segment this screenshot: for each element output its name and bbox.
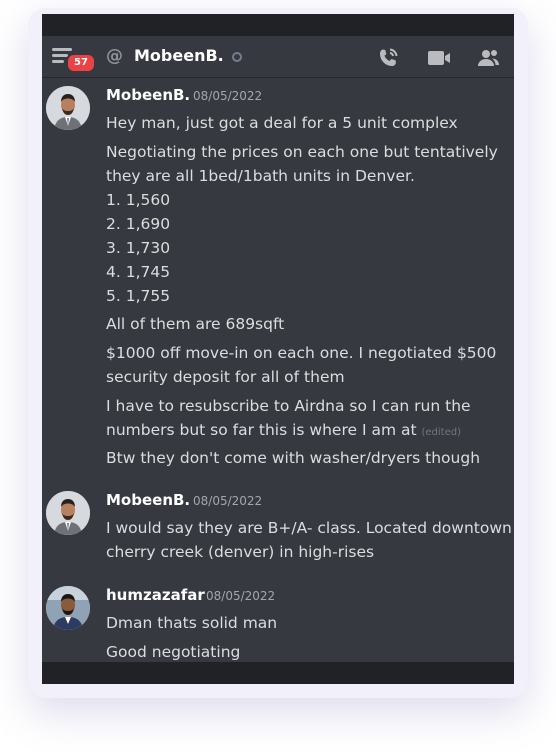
page-title: MobeenB.	[134, 46, 224, 65]
message-group: MobeenB. 08/05/2022 Hey man, just got a …	[42, 86, 514, 486]
message-text: 4. 1,745	[106, 263, 171, 281]
avatar[interactable]	[46, 586, 90, 630]
menu-button[interactable]: 57	[52, 45, 96, 73]
message-text-edited: numbers but so far this is where I am at…	[106, 418, 511, 445]
message-author[interactable]: humzazafar	[106, 586, 205, 604]
message-author[interactable]: MobeenB.	[106, 86, 190, 104]
message-text: $1000 off move-in on each one. I negotia…	[106, 344, 497, 362]
status-offline-icon	[232, 52, 242, 62]
message-timestamp: 08/05/2022	[206, 589, 276, 603]
message-timestamp: 08/05/2022	[193, 494, 263, 508]
message-author[interactable]: MobeenB.	[106, 491, 190, 509]
message-text: security deposit for all of them	[106, 368, 345, 386]
message-text: 1. 1,560	[106, 191, 171, 209]
message-text: they are all 1bed/1bath units in Denver.	[106, 167, 415, 185]
message-timestamp: 08/05/2022	[193, 89, 263, 103]
message-text: 5. 1,755	[106, 287, 171, 305]
call-icon[interactable]	[376, 46, 400, 70]
unread-badge: 57	[66, 53, 96, 73]
message-text: Dman thats solid man	[106, 614, 278, 632]
chat-window: 57 @ MobeenB. MobeenB. 08/05/2022 Hey ma…	[42, 14, 514, 684]
avatar[interactable]	[46, 86, 90, 130]
edited-label: (edited)	[421, 427, 462, 438]
message-text: Negotiating the prices on each one but t…	[106, 143, 498, 161]
top-strip	[42, 14, 514, 36]
message-text: numbers but so far this is where I am at	[106, 421, 417, 439]
message-text: I have to resubscribe to Airdna so I can…	[106, 397, 471, 415]
message-text: I would say they are B+/A- class. Locate…	[106, 519, 512, 537]
channel-header: 57 @ MobeenB.	[42, 36, 514, 78]
members-icon[interactable]	[476, 46, 500, 70]
message-text: 3. 1,730	[106, 239, 171, 257]
message-text: All of them are 689sqft	[106, 315, 285, 333]
video-icon[interactable]	[426, 46, 450, 70]
message-group: MobeenB. 08/05/2022 I would say they are…	[42, 491, 514, 571]
message-list[interactable]: MobeenB. 08/05/2022 Hey man, just got a …	[42, 78, 514, 662]
message-text: 2. 1,690	[106, 215, 171, 233]
message-text: cherry creek (denver) in high-rises	[106, 543, 375, 561]
bottom-strip	[42, 662, 514, 684]
avatar[interactable]	[46, 491, 90, 535]
message-group: humzazafar 08/05/2022 Dman thats solid m…	[42, 586, 514, 662]
message-text: Hey man, just got a deal for a 5 unit co…	[106, 114, 458, 132]
at-icon: @	[106, 46, 123, 66]
message-text: Good negotiating	[106, 643, 241, 661]
message-text: Btw they don't come with washer/dryers t…	[106, 449, 481, 467]
